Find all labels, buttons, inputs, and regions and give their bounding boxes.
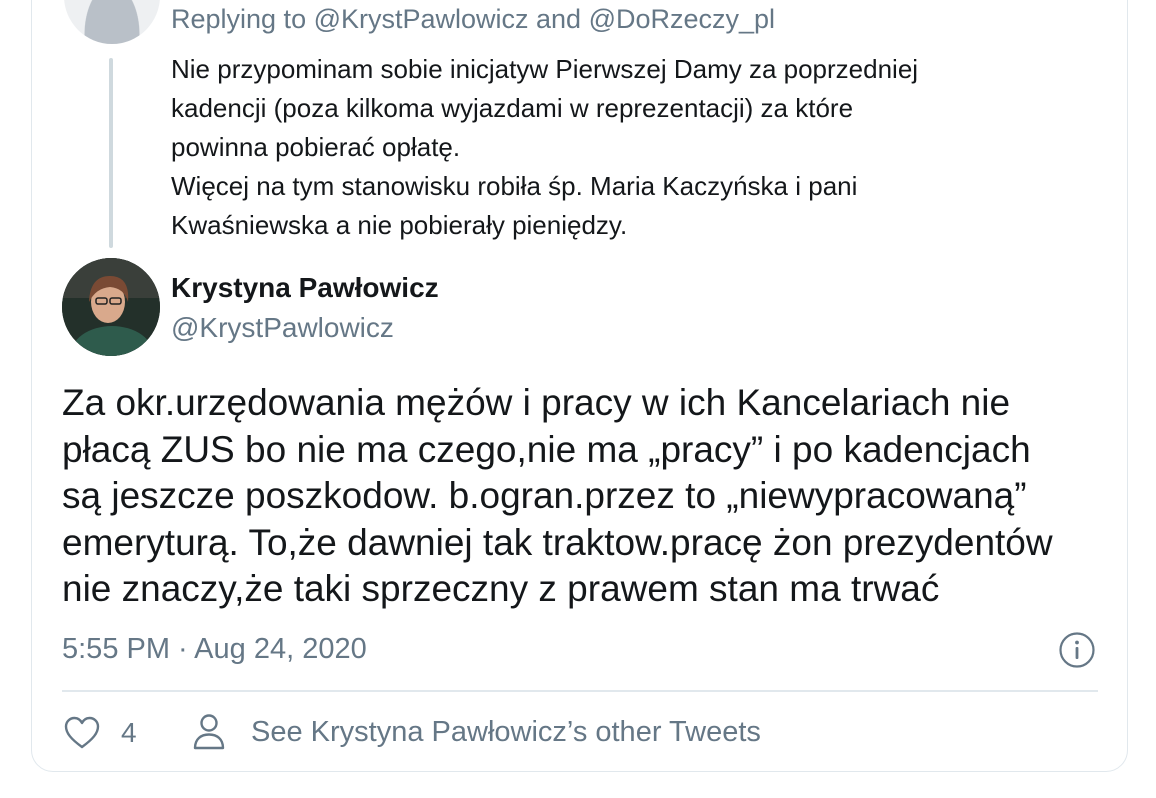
tweet-line: są jeszcze poszkodow. b.ogran.przez to „…: [62, 475, 1027, 516]
parent-tweet-text: Nie przypominam sobie inicjatyw Pierwsze…: [171, 50, 1071, 245]
author-handle[interactable]: @KrystPawlowicz: [171, 312, 394, 344]
heart-icon[interactable]: [63, 715, 101, 751]
person-icon: [192, 713, 226, 751]
replying-to-label[interactable]: Replying to @KrystPawlowicz and @DoRzecz…: [171, 4, 775, 35]
tweet-timestamp[interactable]: 5:55 PM · Aug 24, 2020: [62, 633, 367, 666]
parent-line: Nie przypominam sobie inicjatyw Pierwsze…: [171, 54, 919, 84]
tweet-line: nie znaczy,że taki sprzeczny z prawem st…: [62, 568, 940, 609]
author-name[interactable]: Krystyna Pawłowicz: [171, 272, 439, 304]
see-other-tweets-link[interactable]: See Krystyna Pawłowicz’s other Tweets: [251, 716, 761, 749]
thread-connector: [109, 58, 113, 248]
action-divider: [62, 690, 1098, 692]
author-avatar[interactable]: [62, 258, 160, 356]
tweet-line: Za okr.urzędowania mężów i pracy w ich K…: [62, 382, 1011, 423]
parent-line: Więcej na tym stanowisku robiła śp. Mari…: [171, 171, 858, 201]
parent-line: Kwaśniewska a nie pobierały pieniędzy.: [171, 210, 628, 240]
parent-line: kadencji (poza kilkoma wyjazdami w repre…: [171, 93, 854, 123]
parent-line: powinna pobierać opłatę.: [171, 132, 461, 162]
author-avatar-photo: [62, 258, 160, 356]
tweet-text: Za okr.urzędowania mężów i pracy w ich K…: [62, 380, 1122, 613]
info-icon[interactable]: [1058, 631, 1096, 669]
tweet-line: emeryturą. To,że dawniej tak traktow.pra…: [62, 521, 1053, 563]
tweet-line: płacą ZUS bo nie ma czego,nie ma „pracy”…: [62, 428, 1031, 470]
like-count: 4: [121, 717, 137, 748]
